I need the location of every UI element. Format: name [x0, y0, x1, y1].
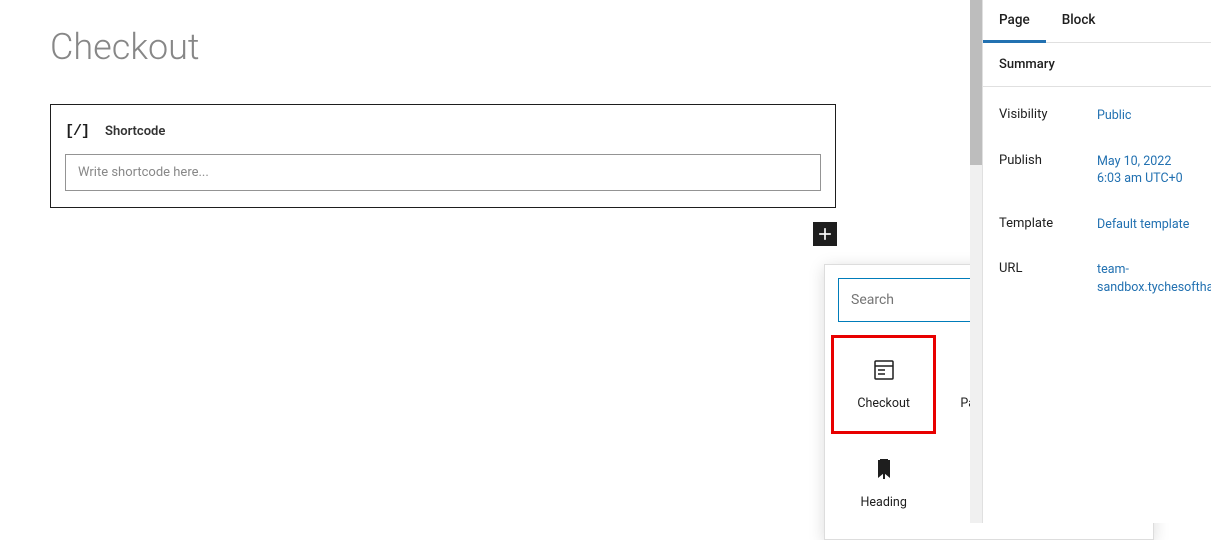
template-value[interactable]: Default template [1097, 216, 1189, 234]
editor-scrollbar-thumb[interactable] [970, 0, 982, 165]
template-label: Template [999, 216, 1097, 231]
visibility-label: Visibility [999, 107, 1097, 122]
add-block-button[interactable] [813, 222, 837, 246]
shortcode-block-header: [/] Shortcode [65, 123, 821, 140]
publish-label: Publish [999, 153, 1097, 168]
shortcode-block-label: Shortcode [105, 124, 165, 139]
block-item-label: Heading [860, 495, 906, 510]
settings-sidebar: Page Block Summary Visibility Public Pub… [982, 0, 1211, 523]
plus-icon [815, 224, 835, 244]
summary-row-template: Template Default template [999, 202, 1195, 248]
summary-row-visibility: Visibility Public [999, 93, 1195, 139]
page-title[interactable]: Checkout [50, 26, 915, 68]
url-value[interactable]: team-sandbox.tychesofthal/cl [1097, 261, 1211, 296]
summary-section-header[interactable]: Summary [983, 43, 1211, 87]
url-label: URL [999, 261, 1097, 276]
tab-block[interactable]: Block [1046, 0, 1112, 42]
shortcode-block[interactable]: [/] Shortcode [50, 104, 836, 208]
block-item-checkout[interactable]: Checkout [831, 335, 936, 434]
shortcode-icon: [/] [65, 123, 89, 140]
publish-value[interactable]: May 10, 2022 6:03 am UTC+0 [1097, 153, 1195, 188]
block-item-heading[interactable]: Heading [831, 434, 936, 533]
editor-canvas: Checkout [/] Shortcode [0, 0, 965, 523]
tab-page[interactable]: Page [983, 0, 1046, 43]
sidebar-tabs: Page Block [983, 0, 1211, 43]
summary-panel-body: Visibility Public Publish May 10, 2022 6… [983, 87, 1211, 310]
shortcode-input[interactable] [65, 154, 821, 191]
summary-row-publish: Publish May 10, 2022 6:03 am UTC+0 [999, 139, 1195, 202]
visibility-value[interactable]: Public [1097, 107, 1131, 125]
checkout-icon [872, 358, 896, 382]
summary-row-url: URL team-sandbox.tychesofthal/cl [999, 247, 1195, 310]
block-item-label: Checkout [857, 396, 910, 411]
